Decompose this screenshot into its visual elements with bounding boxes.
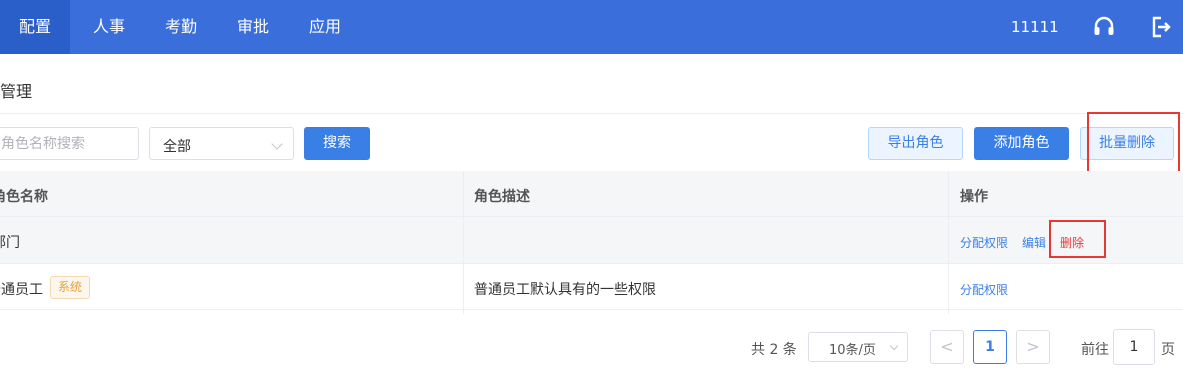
add-role-button[interactable]: 添加角色	[974, 127, 1069, 160]
column-header-desc: 角色描述	[474, 189, 530, 205]
current-page-button[interactable]: 1	[973, 330, 1007, 364]
assign-permissions-link[interactable]: 分配权限	[960, 234, 1008, 251]
chevron-down-icon	[889, 341, 899, 351]
edit-link[interactable]: 编辑	[1022, 234, 1046, 251]
column-divider	[463, 171, 464, 314]
logout-icon[interactable]	[1148, 14, 1174, 40]
nav-tab-hr[interactable]: 人事	[78, 0, 140, 54]
page-title: 管理	[0, 82, 33, 101]
page-size-select[interactable]: 10条/页	[808, 332, 908, 362]
filter-select-value: 全部	[163, 139, 191, 155]
top-nav-bar: 配置 人事 考勤 审批 应用 11111	[0, 0, 1183, 54]
assign-permissions-link[interactable]: 分配权限	[960, 281, 1008, 298]
export-roles-button[interactable]: 导出角色	[868, 127, 963, 160]
role-search-input[interactable]	[0, 127, 139, 160]
system-badge: 系统	[50, 276, 91, 299]
headset-icon[interactable]	[1091, 14, 1117, 40]
column-header-name: 角色名称	[0, 189, 48, 205]
nav-tab-apps[interactable]: 应用	[294, 0, 356, 54]
nav-tab-approval[interactable]: 审批	[222, 0, 284, 54]
column-divider	[948, 171, 949, 314]
nav-tab-attendance[interactable]: 考勤	[150, 0, 212, 54]
role-desc: 普通员工默认具有的一些权限	[474, 282, 656, 298]
pagination-total: 共 2 条	[751, 342, 797, 358]
next-page-button[interactable]: >	[1016, 330, 1050, 364]
user-name[interactable]: 11111	[1011, 0, 1059, 54]
search-button[interactable]: 搜索	[304, 127, 370, 160]
goto-suffix: 页	[1161, 342, 1175, 358]
filter-select[interactable]: 全部	[149, 127, 294, 160]
table-header-row: 角色名称 角色描述 操作	[0, 171, 1183, 217]
role-name: 部门	[0, 235, 20, 251]
prev-page-button[interactable]: <	[930, 330, 964, 364]
column-header-actions: 操作	[960, 189, 988, 205]
goto-page-input[interactable]: 1	[1113, 329, 1155, 365]
goto-label: 前往	[1081, 342, 1109, 358]
highlight-box-delete	[1049, 220, 1106, 258]
chevron-down-icon	[271, 138, 283, 150]
page-size-value: 10条/页	[829, 343, 876, 358]
role-name: 普通员工	[0, 282, 43, 298]
table-row: 普通员工 系统 普通员工默认具有的一些权限 分配权限	[0, 264, 1183, 310]
divider	[0, 113, 1183, 114]
nav-tab-config[interactable]: 配置	[0, 0, 70, 54]
table-row: 部门 分配权限 编辑 删除	[0, 217, 1183, 264]
